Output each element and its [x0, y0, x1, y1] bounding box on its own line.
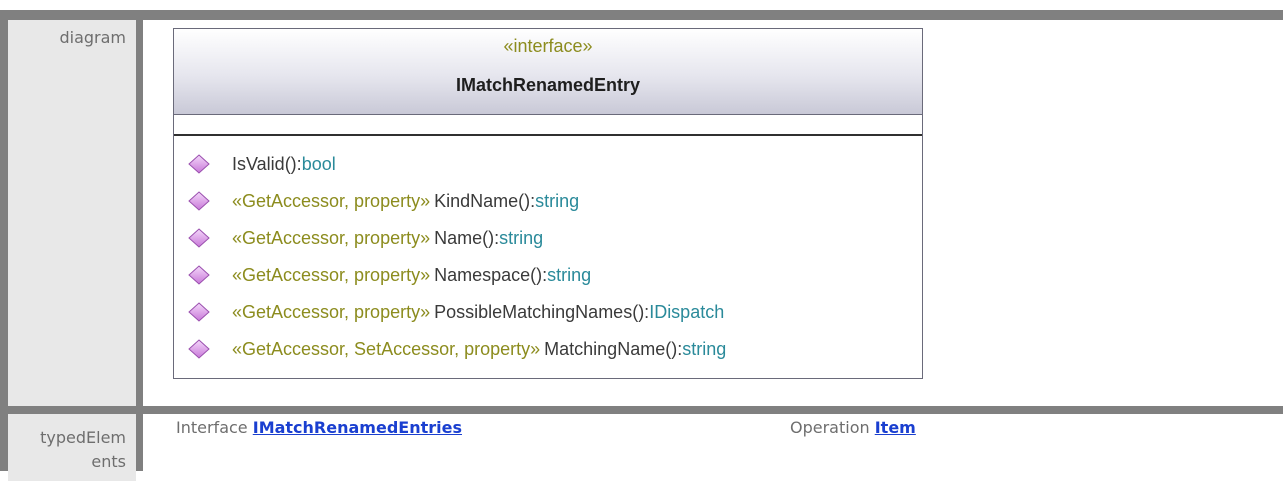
- operation-row[interactable]: «GetAccessor, property» Name(): string: [174, 220, 922, 257]
- operation-name: Namespace():: [434, 265, 548, 285]
- diagram-label: diagram: [59, 28, 126, 47]
- operation-stereotype: «GetAccessor, property»: [232, 228, 431, 248]
- operation-diamond-icon: [174, 257, 232, 294]
- typed-element-interface: Interface IMatchRenamedEntries: [176, 418, 462, 437]
- typed-elements-label-line2: ents: [91, 452, 126, 471]
- operation-name: PossibleMatchingNames():: [434, 302, 650, 322]
- operation-row[interactable]: «GetAccessor, SetAccessor, property» Matc…: [174, 331, 922, 368]
- operation-return-type: bool: [301, 154, 336, 174]
- operation-stereotype: «GetAccessor, property»: [232, 191, 431, 211]
- operation-return-type: string: [682, 339, 727, 359]
- typed-elements-label: typedElem ents: [16, 426, 126, 474]
- attributes-separator: [174, 134, 922, 136]
- uml-header: «interface» IMatchRenamedEntry: [174, 29, 922, 115]
- top-strip: [0, 0, 1283, 9]
- interface-link[interactable]: IMatchRenamedEntries: [253, 418, 462, 437]
- operation-return-type: string: [547, 265, 592, 285]
- operation-diamond-icon: [174, 146, 232, 183]
- operation-diamond-icon: [174, 294, 232, 331]
- operation-diamond-icon: [174, 331, 232, 368]
- operation-stereotype: «GetAccessor, SetAccessor, property»: [232, 339, 541, 359]
- operation-stereotype: «GetAccessor, property»: [232, 265, 431, 285]
- operation-name: MatchingName():: [544, 339, 683, 359]
- operation-row[interactable]: IsValid(): bool: [174, 146, 922, 183]
- operation-link[interactable]: Item: [875, 418, 916, 437]
- operation-row[interactable]: «GetAccessor, property» KindName(): string: [174, 183, 922, 220]
- operation-name: KindName():: [434, 191, 536, 211]
- operation-return-type: string: [499, 228, 544, 248]
- typed-element-kind: Operation: [790, 418, 870, 437]
- diagram-row-label: diagram: [8, 20, 136, 406]
- typed-element-operation: Operation Item: [790, 418, 916, 437]
- operation-stereotype: «GetAccessor, property»: [232, 302, 431, 322]
- operations-list: IsValid(): bool «GetAccessor, property» Kin…: [174, 146, 922, 368]
- uml-interface-box[interactable]: «interface» IMatchRenamedEntry IsValid()…: [173, 28, 923, 379]
- operation-row[interactable]: «GetAccessor, property» Namespace(): strin…: [174, 257, 922, 294]
- interface-stereotype: «interface»: [503, 36, 593, 56]
- page: diagram typedElem ents «interface» IMatch…: [0, 0, 1283, 481]
- operation-name: Name():: [434, 228, 500, 248]
- operation-row[interactable]: «GetAccessor, property» PossibleMatchingN…: [174, 294, 922, 331]
- typed-element-kind: Interface: [176, 418, 248, 437]
- operation-name: IsValid():: [232, 154, 302, 174]
- operation-return-type: IDispatch: [649, 302, 725, 322]
- interface-name: IMatchRenamedEntry: [455, 75, 641, 95]
- operation-diamond-icon: [174, 183, 232, 220]
- typed-elements-label-line1: typedElem: [40, 428, 126, 447]
- operation-return-type: string: [535, 191, 580, 211]
- operation-diamond-icon: [174, 220, 232, 257]
